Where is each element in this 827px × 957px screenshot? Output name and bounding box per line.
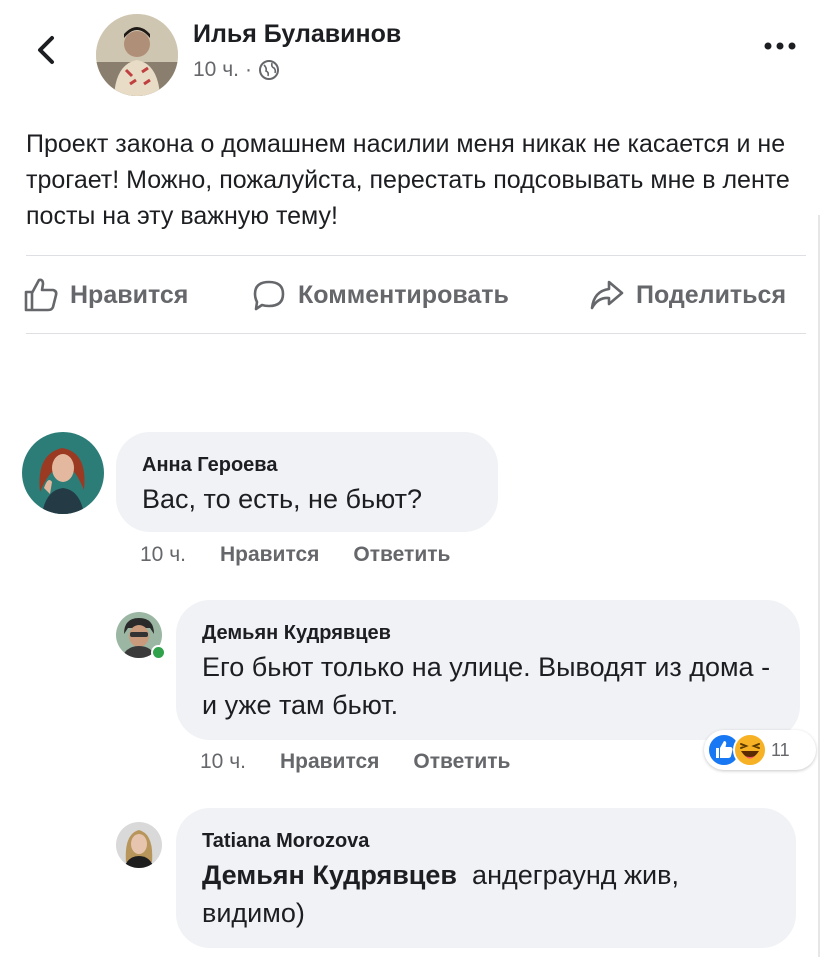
author-avatar[interactable] [96, 14, 178, 96]
commenter-avatar-demyan[interactable] [116, 612, 166, 662]
comment-action-button[interactable]: Комментировать [250, 276, 509, 314]
comment-time[interactable]: 10 ч. [200, 750, 246, 774]
reactions-summary[interactable]: 11 [704, 730, 816, 770]
comment-text: Демьян Кудрявцев андеграунд жив, видимо) [202, 856, 776, 932]
comment-bubble-icon [253, 280, 285, 311]
like-action-label: Нравится [70, 280, 189, 309]
back-chevron-icon[interactable] [28, 30, 68, 70]
haha-reaction-icon [733, 733, 767, 767]
divider-bottom [26, 333, 806, 334]
comment-bubble-tatiana: Tatiana Morozova Демьян Кудрявцев андегр… [176, 808, 796, 948]
comment-reply-button[interactable]: Ответить [353, 543, 450, 567]
share-action-label: Поделиться [636, 280, 787, 309]
online-status-dot [151, 645, 166, 660]
comment-time[interactable]: 10 ч. [140, 543, 186, 567]
comment-action-label: Комментировать [298, 280, 509, 309]
comment-meta-anna: 10 ч. Нравится Ответить [140, 543, 450, 567]
comment-text: Вас, то есть, не бьют? [142, 484, 423, 514]
comment-like-button[interactable]: Нравится [220, 543, 319, 567]
comment-author-name[interactable]: Tatiana Morozova [202, 830, 369, 853]
comment-bubble-anna: Анна Героева Вас, то есть, не бьют? [116, 432, 498, 532]
comment-meta-demyan: 10 ч. Нравится Ответить [200, 750, 510, 774]
post-text: Проект закона о домашнем насилии меня ни… [26, 130, 790, 230]
comment-mention[interactable]: Демьян Кудрявцев [202, 860, 457, 890]
post-time[interactable]: 10 ч. [193, 58, 239, 82]
share-arrow-icon [590, 280, 624, 310]
author-name[interactable]: Илья Булавинов [193, 20, 401, 49]
commenter-avatar-anna[interactable] [22, 432, 104, 514]
comment-reply-button[interactable]: Ответить [413, 750, 510, 774]
comment-text: Его бьют только на улице. Выводят из дом… [202, 652, 771, 720]
divider-top [26, 255, 806, 256]
comment-like-button[interactable]: Нравится [280, 750, 379, 774]
like-action-button[interactable]: Нравится [22, 276, 188, 314]
globe-icon [258, 60, 279, 80]
comment-author-name[interactable]: Демьян Кудрявцев [202, 622, 391, 645]
more-options-icon[interactable] [760, 36, 800, 56]
share-action-button[interactable]: Поделиться [588, 276, 786, 314]
commenter-avatar-tatiana[interactable] [116, 822, 162, 868]
comment-author-name[interactable]: Анна Героева [142, 454, 277, 477]
reactions-count: 11 [771, 739, 790, 760]
scrollbar-track[interactable] [818, 215, 820, 957]
comment-bubble-demyan: Демьян Кудрявцев Его бьют только на улиц… [176, 600, 800, 740]
meta-separator: · [244, 58, 252, 81]
thumbs-up-icon [24, 278, 58, 312]
post-meta: 10 ч. · [193, 58, 280, 82]
